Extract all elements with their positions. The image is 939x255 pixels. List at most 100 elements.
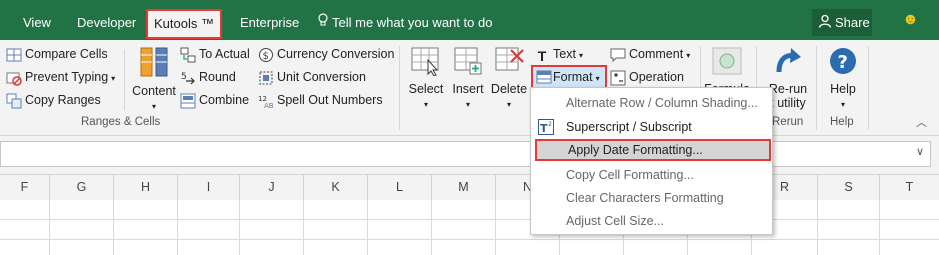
menu-item-label: Apply Date Formatting... — [568, 143, 703, 157]
separator — [868, 46, 869, 130]
grid-line — [431, 200, 432, 255]
menu-item-adjust-cell-size[interactable]: Adjust Cell Size... — [532, 210, 771, 232]
to-actual-button[interactable]: To Actual — [180, 45, 250, 63]
superscript-icon: T2 — [538, 119, 554, 135]
to-actual-label: To Actual — [199, 47, 250, 61]
column-header-f[interactable]: F — [0, 175, 50, 200]
menu-item-label: Clear Characters Formatting — [566, 191, 724, 205]
grid-line — [49, 200, 50, 255]
combine-label: Combine — [199, 93, 250, 107]
tell-me-search[interactable]: Tell me what you want to do — [318, 11, 492, 35]
to-actual-icon — [180, 47, 196, 63]
spell-out-numbers-button[interactable]: 12 AB Spell Out Numbers — [258, 91, 383, 110]
prevent-typing-label: Prevent Typing — [25, 70, 109, 84]
svg-text:AB: AB — [264, 102, 274, 109]
spell-out-numbers-icon: 12 AB — [258, 93, 274, 110]
grid-line — [817, 200, 818, 255]
menu-item-apply-date-formatting[interactable]: Apply Date Formatting... — [535, 139, 771, 161]
menu-item-copy-cell-formatting[interactable]: Copy Cell Formatting... — [532, 164, 771, 186]
insert-icon — [450, 46, 486, 79]
content-button[interactable]: Content ▾ — [130, 46, 178, 112]
help-button[interactable]: ? Help ▾ — [824, 46, 862, 110]
tab-kutools[interactable]: Kutools ™ — [146, 9, 222, 39]
tab-view[interactable]: View — [23, 11, 51, 35]
grid-line — [113, 200, 114, 255]
content-icon — [130, 46, 178, 81]
content-label: Content — [132, 84, 176, 98]
comment-button[interactable]: Comment ▾ — [610, 45, 690, 63]
menu-item-clear-characters-formatting[interactable]: Clear Characters Formatting — [532, 187, 771, 209]
help-question-icon: ? — [824, 46, 862, 79]
tab-developer[interactable]: Developer — [77, 11, 136, 35]
column-header-m[interactable]: M — [432, 175, 496, 200]
insert-label: Insert — [452, 82, 484, 96]
combine-icon — [180, 93, 196, 109]
column-header-j[interactable]: J — [240, 175, 304, 200]
insert-button[interactable]: Insert ▾ — [450, 46, 486, 110]
copy-ranges-label: Copy Ranges — [25, 93, 101, 107]
menu-item-label: Alternate Row / Column Shading... — [566, 96, 758, 110]
copy-ranges-icon — [6, 93, 22, 109]
compare-cells-button[interactable]: Compare Cells — [6, 45, 108, 63]
grid-line — [495, 200, 496, 255]
column-header-t[interactable]: T — [880, 175, 939, 200]
currency-conversion-icon: $ — [258, 47, 274, 63]
grid-line — [367, 200, 368, 255]
unit-conversion-label: Unit Conversion — [277, 70, 366, 84]
prevent-typing-button[interactable]: Prevent Typing ▾ — [6, 68, 115, 86]
help-label: Help — [830, 82, 856, 96]
delete-icon — [490, 46, 528, 79]
unit-conversion-button[interactable]: Unit Conversion — [258, 68, 366, 86]
operation-label: Operation — [629, 70, 684, 84]
combine-button[interactable]: Combine — [180, 91, 249, 109]
delete-button[interactable]: Delete ▾ — [490, 46, 528, 110]
column-header-l[interactable]: L — [368, 175, 432, 200]
lightbulb-icon — [318, 11, 328, 35]
column-header-i[interactable]: I — [178, 175, 240, 200]
operation-button[interactable]: Operation — [610, 68, 684, 86]
comment-icon — [610, 47, 626, 63]
chevron-down-icon: ▾ — [506, 100, 511, 109]
separator — [124, 50, 125, 110]
menu-item-superscript-subscript[interactable]: T2 Superscript / Subscript — [532, 116, 771, 138]
grid-line — [177, 200, 178, 255]
group-label-rerun: Rerun — [772, 116, 804, 128]
tab-enterprise[interactable]: Enterprise — [240, 11, 299, 35]
share-label: Share — [835, 15, 870, 30]
select-button[interactable]: Select ▾ — [406, 46, 446, 110]
comment-label: Comment — [629, 47, 684, 61]
rerun-label-2: t utility — [770, 96, 806, 110]
text-button[interactable]: T Text ▾ — [534, 45, 583, 64]
format-button[interactable]: Format ▾ — [531, 65, 607, 89]
grid-line — [879, 200, 880, 255]
share-button[interactable]: Share — [812, 9, 872, 36]
column-header-k[interactable]: K — [304, 175, 368, 200]
collapse-ribbon-icon[interactable]: ︿ — [916, 114, 927, 130]
grid-line — [0, 239, 939, 240]
chevron-down-icon[interactable]: ∨ — [916, 145, 924, 158]
svg-text:5: 5 — [181, 72, 187, 82]
column-header-s[interactable]: S — [818, 175, 880, 200]
column-header-g[interactable]: G — [50, 175, 114, 200]
formula-icon — [704, 46, 750, 79]
round-icon: 5 — [180, 70, 196, 86]
svg-text:T: T — [540, 122, 548, 135]
select-label: Select — [408, 82, 444, 96]
operation-icon — [610, 70, 626, 86]
smiley-feedback-icon[interactable]: ☻ — [902, 11, 919, 29]
currency-conversion-button[interactable]: $ Currency Conversion — [258, 45, 394, 63]
chevron-down-icon: ▾ — [151, 102, 156, 111]
menu-item-alternate-shading[interactable]: Alternate Row / Column Shading... — [532, 92, 771, 114]
delete-label: Delete — [490, 82, 528, 96]
column-header-h[interactable]: H — [114, 175, 178, 200]
menu-item-label: Superscript / Subscript — [566, 120, 692, 134]
chevron-down-icon: ▾ — [423, 100, 428, 109]
rerun-arrow-icon — [764, 46, 812, 79]
worksheet-grid[interactable] — [0, 200, 939, 255]
spell-out-numbers-label: Spell Out Numbers — [277, 93, 383, 107]
column-headers: F G H I J K L M N O P Q R S T — [0, 174, 939, 201]
formula-bar-input[interactable]: ∨ — [0, 141, 931, 167]
text-t-icon: T — [537, 47, 547, 64]
copy-ranges-button[interactable]: Copy Ranges — [6, 91, 101, 109]
round-button[interactable]: 5 Round — [180, 68, 236, 86]
